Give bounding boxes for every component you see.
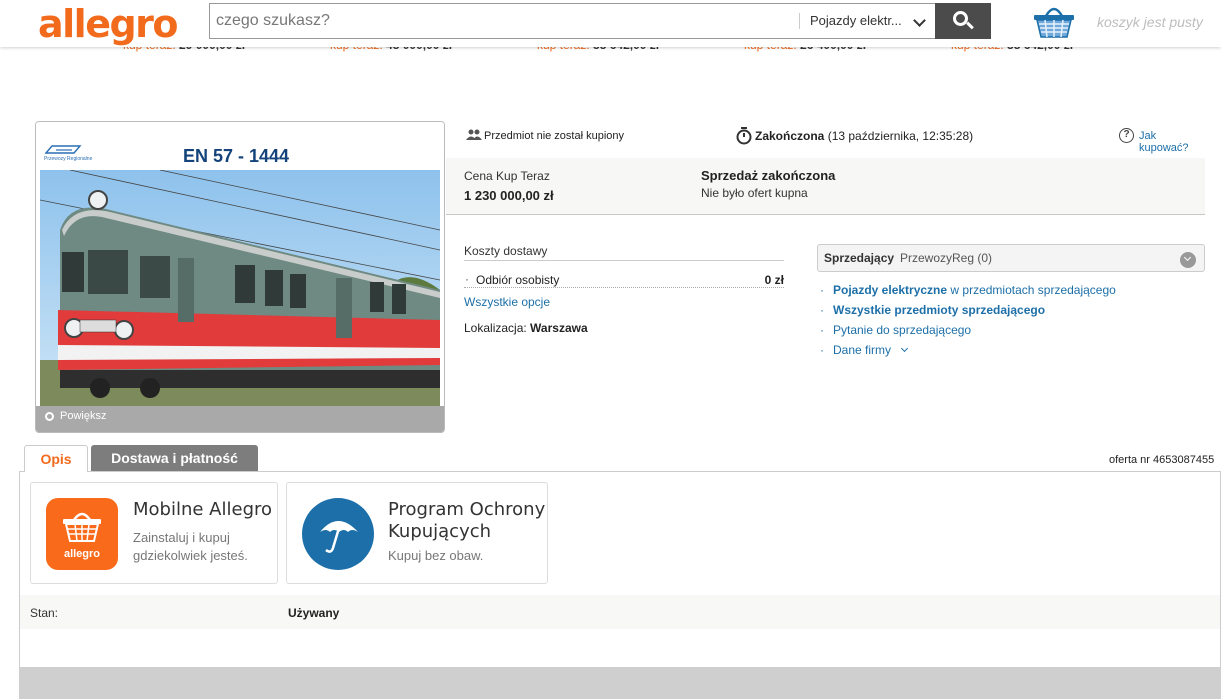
price-box: Cena Kup Teraz 1 230 000,00 zł Sprzedaż … <box>446 158 1205 215</box>
top-header: allegro Pojazdy elektr... koszyk jest pu… <box>0 0 1221 47</box>
promo-subtitle: Kupuj bez obaw. <box>388 548 484 563</box>
seller-link-company-data[interactable]: · Dane firmy <box>820 343 1116 363</box>
condition-row: Stan: Używany <box>20 595 1220 629</box>
link-strong: Wszystkie przedmioty sprzedającego <box>833 303 1046 317</box>
promo-title: Kupujących <box>388 521 492 542</box>
category-select[interactable]: Pojazdy elektr... <box>800 4 936 38</box>
zoom-bar[interactable]: Powiększ <box>36 406 444 432</box>
price-value: 1 230 000,00 zł <box>464 188 554 203</box>
location-value: Warszawa <box>530 321 588 335</box>
tab-delivery-payment[interactable]: Dostawa i płatność <box>91 445 258 471</box>
link-strong: Pojazdy elektryczne <box>833 283 948 297</box>
condition-label: Stan: <box>30 606 59 620</box>
sale-ended: Sprzedaż zakończona <box>701 168 836 183</box>
bullet: · <box>820 303 824 317</box>
price-label: Cena Kup Teraz <box>464 169 550 183</box>
tab-description[interactable]: Opis <box>24 445 88 472</box>
location: Lokalizacja: Warszawa <box>464 321 588 335</box>
app-icon-label: allegro <box>63 548 101 560</box>
seller-link-all-items[interactable]: · Wszystkie przedmioty sprzedającego <box>820 303 1116 323</box>
seller-links: · Pojazdy elektryczne w przedmiotach spr… <box>820 283 1116 363</box>
seller-box[interactable]: Sprzedający PrzewozyReg (0) <box>817 244 1205 272</box>
search-input[interactable] <box>210 4 798 38</box>
status-row: Przedmiot nie został kupiony Zakończona … <box>446 126 1206 154</box>
ended-label: Zakończona <box>755 129 825 143</box>
location-label: Lokalizacja: <box>464 321 527 335</box>
category-select-value: Pojazdy elektr... <box>810 13 902 28</box>
chevron-down-icon <box>901 344 909 353</box>
photo-banner: Przewozy Regionalne EN 57 - 1444 <box>36 122 444 170</box>
bullet: · <box>820 343 824 357</box>
help-icon[interactable]: ? <box>1119 128 1134 143</box>
train-photo[interactable] <box>40 170 440 413</box>
seller-link-question[interactable]: · Pytanie do sprzedającego <box>820 323 1116 343</box>
all-shipping-options-link[interactable]: Wszystkie opcje <box>464 295 550 309</box>
promo-title: Program Ochrony <box>388 499 546 520</box>
zoom-icon <box>45 412 54 421</box>
shipping-option-price: 0 zł <box>764 273 784 287</box>
promo-subtitle: Zainstaluj i kupuj <box>133 530 230 545</box>
bullet: · <box>465 272 469 286</box>
promo-mobile-allegro[interactable]: allegro Mobilne Allegro Zainstaluj i kup… <box>30 482 278 584</box>
bullet: · <box>820 283 824 297</box>
footer-bar <box>19 667 1221 699</box>
chevron-down-icon[interactable] <box>1180 252 1196 268</box>
link-rest: w przedmiotach sprzedającego <box>950 283 1116 297</box>
link-rest: Pytanie do sprzedającego <box>833 323 972 337</box>
seller-label: Sprzedający <box>824 251 895 265</box>
auction-ended: Zakończona (13 października, 12:35:28) <box>755 129 973 143</box>
product-gallery[interactable]: Przewozy Regionalne EN 57 - 1444 Powięks… <box>35 121 445 433</box>
offer-number: oferta nr 4653087455 <box>1109 454 1215 466</box>
search-icon-handle <box>966 21 974 30</box>
chevron-down-icon <box>913 14 926 27</box>
shipping-option-name: Odbiór osobisty <box>476 273 560 287</box>
link-rest: Dane firmy <box>833 343 892 357</box>
not-bought-status: Przedmiot nie został kupiony <box>484 130 625 142</box>
condition-value: Używany <box>288 606 340 620</box>
search-bar: Pojazdy elektr... <box>209 3 991 39</box>
photo-title: EN 57 - 1444 <box>183 146 290 166</box>
no-offers: Nie było ofert kupna <box>701 186 808 200</box>
shipping-option: · Odbiór osobisty 0 zł <box>464 272 784 288</box>
seller-name[interactable]: PrzewozyReg (0) <box>900 251 992 265</box>
basket-icon[interactable] <box>1032 2 1076 38</box>
people-icon <box>466 129 482 140</box>
shipping-heading: Koszty dostawy <box>464 244 784 261</box>
basket-icon <box>63 512 101 542</box>
how-to-buy-link[interactable]: Jak kupować? <box>1139 130 1206 154</box>
bullet: · <box>820 323 824 337</box>
ended-date: (13 października, 12:35:28) <box>827 129 974 143</box>
stopwatch-icon <box>736 127 752 145</box>
umbrella-glyph <box>320 521 358 553</box>
logo-caption: Przewozy Regionalne <box>44 156 93 162</box>
umbrella-icon <box>302 498 374 570</box>
przewozy-logo-icon <box>44 145 82 154</box>
zoom-label: Powiększ <box>60 410 107 422</box>
promo-buyer-protection[interactable]: Program Ochrony Kupujących Kupuj bez oba… <box>286 482 548 584</box>
allegro-app-icon: allegro <box>46 498 118 570</box>
seller-link-category[interactable]: · Pojazdy elektryczne w przedmiotach spr… <box>820 283 1116 303</box>
search-button[interactable] <box>935 3 991 39</box>
promo-subtitle: gdziekolwiek jesteś. <box>133 548 248 563</box>
cart-status[interactable]: koszyk jest pusty <box>1097 14 1203 30</box>
allegro-logo[interactable]: allegro <box>38 2 179 46</box>
promo-title: Mobilne Allegro <box>133 499 273 520</box>
